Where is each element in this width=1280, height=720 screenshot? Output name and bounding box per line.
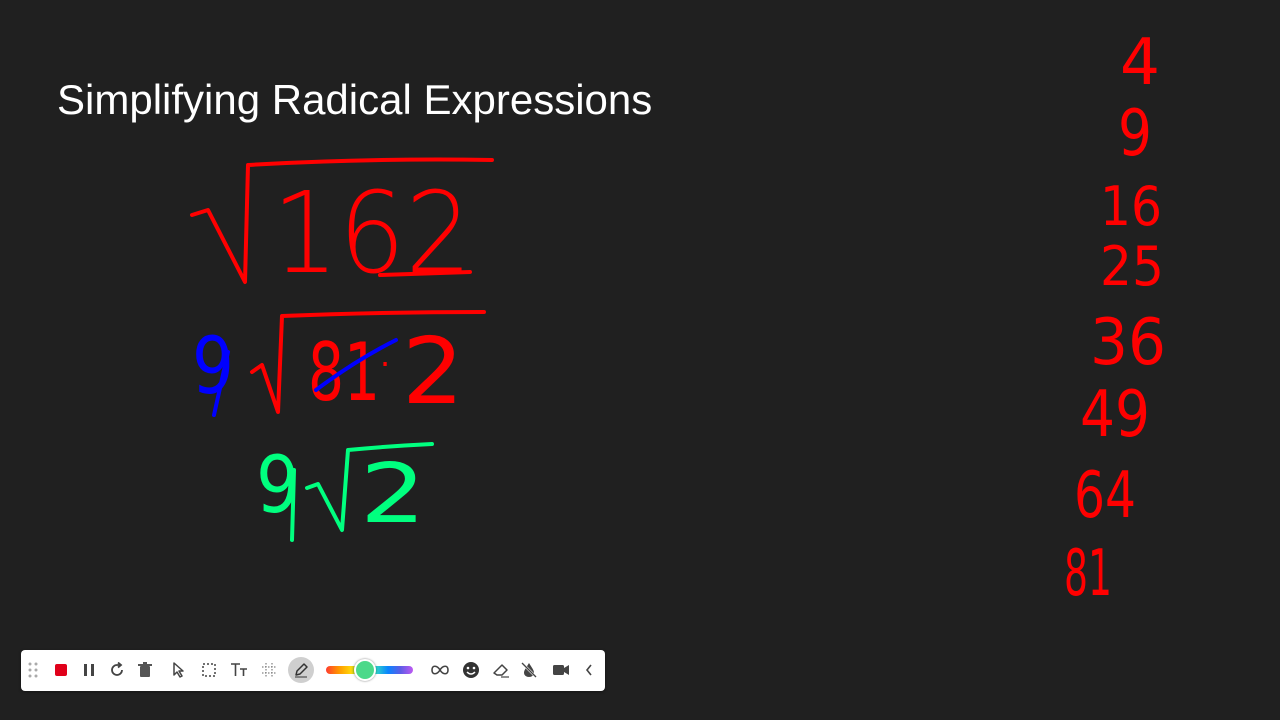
blue-nine-tail bbox=[212, 350, 230, 417]
drag-handle-icon[interactable] bbox=[21, 658, 45, 682]
square-49: 49 bbox=[1080, 378, 1150, 452]
annotation-toolbar bbox=[21, 650, 605, 691]
square-36: 36 bbox=[1090, 306, 1166, 380]
text-tool-button[interactable] bbox=[227, 658, 251, 682]
square-81: 81 bbox=[1064, 537, 1112, 611]
underline-162 bbox=[378, 270, 472, 277]
coefficient-9-green: 9 bbox=[256, 441, 300, 531]
eraser-button[interactable] bbox=[489, 658, 513, 682]
times-dot: · bbox=[380, 345, 390, 383]
grid-tool-button[interactable] bbox=[257, 658, 281, 682]
stop-record-button[interactable] bbox=[49, 658, 73, 682]
ink-color-slider-knob[interactable] bbox=[354, 659, 377, 681]
infinite-ink-button[interactable] bbox=[427, 658, 453, 682]
pen-tool-button[interactable] bbox=[289, 658, 313, 682]
radicand-2-green: 2 bbox=[360, 447, 426, 542]
mute-ink-button[interactable] bbox=[517, 658, 541, 682]
square-25: 25 bbox=[1100, 235, 1164, 298]
perfect-squares-list: 4 9 16 25 36 49 64 81 bbox=[1064, 26, 1166, 611]
select-tool-button[interactable] bbox=[197, 658, 221, 682]
radicand-81: 81 bbox=[308, 326, 380, 419]
radical-sign-2 bbox=[250, 310, 486, 414]
radical-sign-1 bbox=[190, 157, 494, 284]
radical-9-2-green-group: 9 2 bbox=[256, 441, 434, 542]
pointer-tool-button[interactable] bbox=[167, 658, 191, 682]
radical-sign-3 bbox=[305, 442, 434, 532]
radical-81-2-group: 9 81 · 2 bbox=[192, 310, 486, 425]
delete-button[interactable] bbox=[133, 658, 157, 682]
restart-button[interactable] bbox=[105, 658, 129, 682]
coefficient-9-blue: 9 bbox=[192, 322, 234, 412]
pause-button[interactable] bbox=[77, 658, 101, 682]
square-4: 4 bbox=[1120, 26, 1160, 100]
collapse-button[interactable] bbox=[577, 658, 601, 682]
camera-button[interactable] bbox=[549, 658, 573, 682]
strikethrough-81 bbox=[314, 338, 398, 392]
square-16: 16 bbox=[1100, 175, 1162, 238]
square-9: 9 bbox=[1118, 97, 1152, 171]
square-64: 64 bbox=[1074, 459, 1136, 533]
radical-162-group: 162 bbox=[190, 157, 494, 299]
whiteboard-canvas[interactable]: Simplifying Radical Expressions 162 9 81… bbox=[0, 0, 1280, 720]
green-nine-tail bbox=[290, 468, 296, 542]
radicand-2: 2 bbox=[402, 318, 464, 425]
emoji-button[interactable] bbox=[459, 658, 483, 682]
slide-title: Simplifying Radical Expressions bbox=[57, 76, 653, 123]
radicand-162: 162 bbox=[272, 169, 472, 299]
